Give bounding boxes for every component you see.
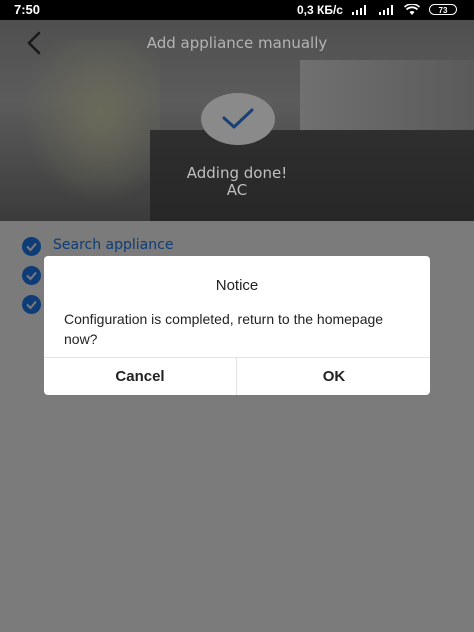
step-check-icon <box>22 237 41 256</box>
wifi-icon <box>404 4 420 15</box>
step-check-icon <box>22 295 41 314</box>
result-device: AC <box>226 181 248 199</box>
ok-button[interactable]: OK <box>238 358 430 395</box>
dialog-title: Notice <box>215 277 259 294</box>
battery-icon: 73 <box>429 4 457 15</box>
signal-icon-2 <box>379 5 397 15</box>
result-text: Adding done! AC <box>0 165 474 199</box>
step-check-icon <box>22 266 41 285</box>
step-label: Search appliance <box>53 237 174 253</box>
signal-icon <box>352 5 370 15</box>
cancel-button[interactable]: Cancel <box>44 358 236 395</box>
dialog-message: Configuration is completed, return to th… <box>64 311 384 347</box>
page-title: Add appliance manually <box>146 34 328 52</box>
status-time: 7:50 <box>14 2 41 17</box>
status-bar: 7:50 0,3 КБ/с 73 <box>0 0 474 20</box>
checkmark-icon <box>222 108 254 129</box>
header-background: Add appliance manually Adding done! AC <box>0 20 474 221</box>
notice-dialog: Notice Configuration is completed, retur… <box>44 256 430 395</box>
success-check <box>199 93 277 145</box>
dialog-button-divider <box>236 357 237 395</box>
network-speed: 0,3 КБ/с <box>297 3 343 17</box>
result-title: Adding done! <box>186 164 288 182</box>
